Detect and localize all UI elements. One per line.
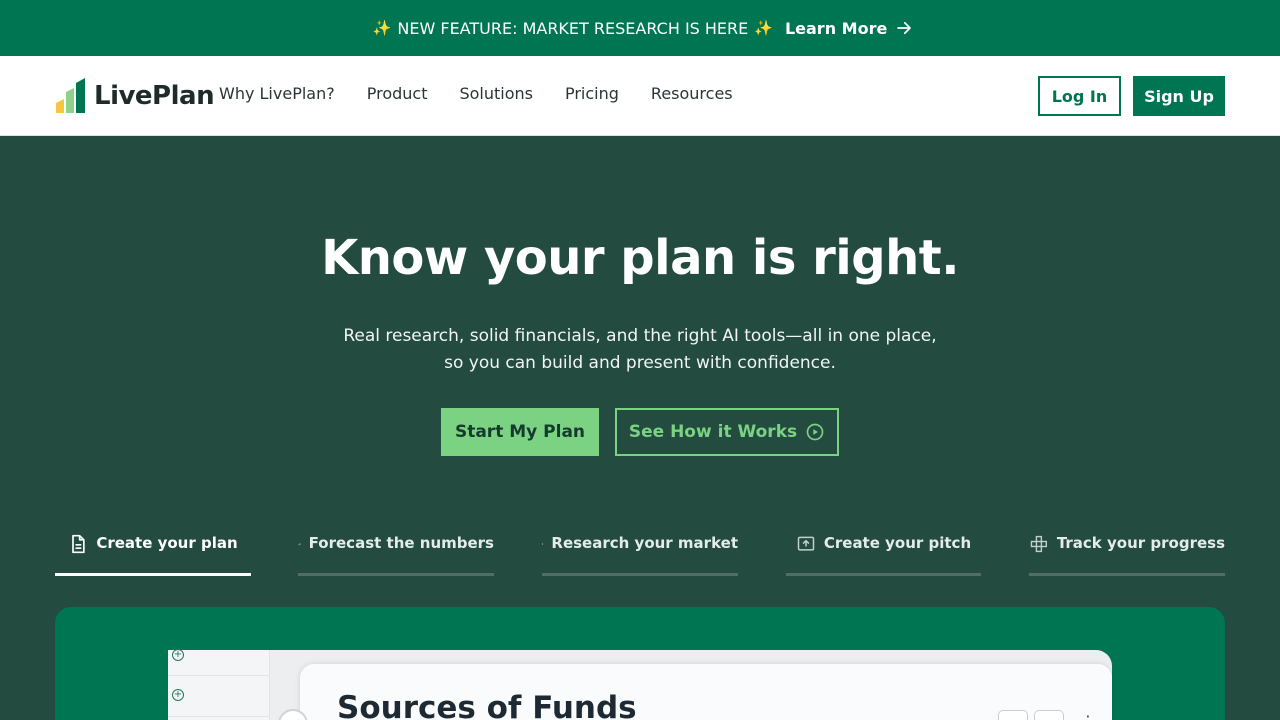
grid-squares-icon	[1030, 535, 1048, 553]
play-circle-icon	[806, 423, 824, 441]
bar-chart-icon	[298, 542, 301, 546]
preview-sidebar: + +	[168, 649, 270, 720]
announcement-banner: ✨ NEW FEATURE: MARKET RESEARCH IS HERE ✨…	[0, 0, 1280, 56]
tab-label: Track your progress	[1056, 534, 1225, 552]
product-preview: + + Sources of Funds ⋮	[55, 607, 1225, 720]
learn-more-label: Learn More	[784, 18, 888, 38]
tab-forecast-the-numbers[interactable]: Forecast the numbers	[298, 532, 494, 576]
tab-label: Create your plan	[96, 534, 238, 552]
preview-main: Sources of Funds ⋮	[270, 650, 1112, 720]
check-circle-icon	[278, 709, 308, 720]
tab-label: Research your market	[551, 534, 738, 552]
see-how-it-works-button[interactable]: See How it Works	[615, 408, 839, 456]
hero-subtitle-line-1: Real research, solid financials, and the…	[343, 326, 937, 346]
login-button[interactable]: Log In	[1038, 76, 1121, 116]
plus-circle-icon: +	[172, 689, 184, 701]
presentation-icon	[797, 536, 815, 551]
tab-label: Create your pitch	[823, 534, 972, 552]
sidebar-divider	[168, 716, 270, 717]
arrow-right-icon	[897, 21, 912, 35]
plus-circle-icon: +	[172, 649, 184, 661]
hero-title: Know your plan is right.	[321, 230, 959, 286]
clock-icon[interactable]	[998, 710, 1028, 720]
hero-subtitle-line-2: so you can build and present with confid…	[444, 353, 836, 373]
building-icon	[542, 543, 544, 545]
tab-create-your-pitch[interactable]: Create your pitch	[786, 532, 981, 576]
start-my-plan-button[interactable]: Start My Plan	[441, 408, 599, 456]
preview-card: Sources of Funds ⋮	[278, 664, 1112, 720]
tab-track-your-progress[interactable]: Track your progress	[1029, 532, 1225, 576]
liveplan-logo[interactable]: LivePlan	[55, 76, 215, 116]
nav-resources[interactable]: Resources	[651, 84, 733, 103]
nav-why-liveplan[interactable]: Why LivePlan?	[219, 84, 335, 103]
nav-solutions[interactable]: Solutions	[459, 84, 533, 103]
sparkle-icon: ✨	[754, 19, 773, 37]
tab-label: Forecast the numbers	[308, 534, 494, 552]
note-icon[interactable]	[1034, 710, 1064, 720]
hero-subtitle: Real research, solid financials, and the…	[0, 323, 1280, 377]
more-options-icon[interactable]: ⋮	[1080, 712, 1096, 720]
see-how-it-works-label: See How it Works	[628, 422, 798, 442]
logo-text: LivePlan	[94, 81, 215, 111]
signup-button[interactable]: Sign Up	[1133, 76, 1225, 116]
nav-pricing[interactable]: Pricing	[565, 84, 619, 103]
banner-text: NEW FEATURE: MARKET RESEARCH IS HERE	[397, 18, 749, 38]
nav-product[interactable]: Product	[367, 84, 428, 103]
nav-links: Why LivePlan? Product Solutions Pricing …	[219, 84, 733, 103]
preview-title: Sources of Funds	[337, 690, 637, 720]
sidebar-divider	[168, 675, 270, 676]
document-icon	[72, 534, 85, 554]
learn-more-link[interactable]: Learn More	[785, 19, 913, 38]
tab-create-your-plan[interactable]: Create your plan	[55, 532, 251, 576]
logo-bars-icon	[56, 78, 85, 113]
sparkle-icon: ✨	[372, 19, 392, 37]
top-navigation: LivePlan Why LivePlan? Product Solutions…	[0, 56, 1280, 136]
tab-research-your-market[interactable]: Research your market	[542, 532, 738, 576]
